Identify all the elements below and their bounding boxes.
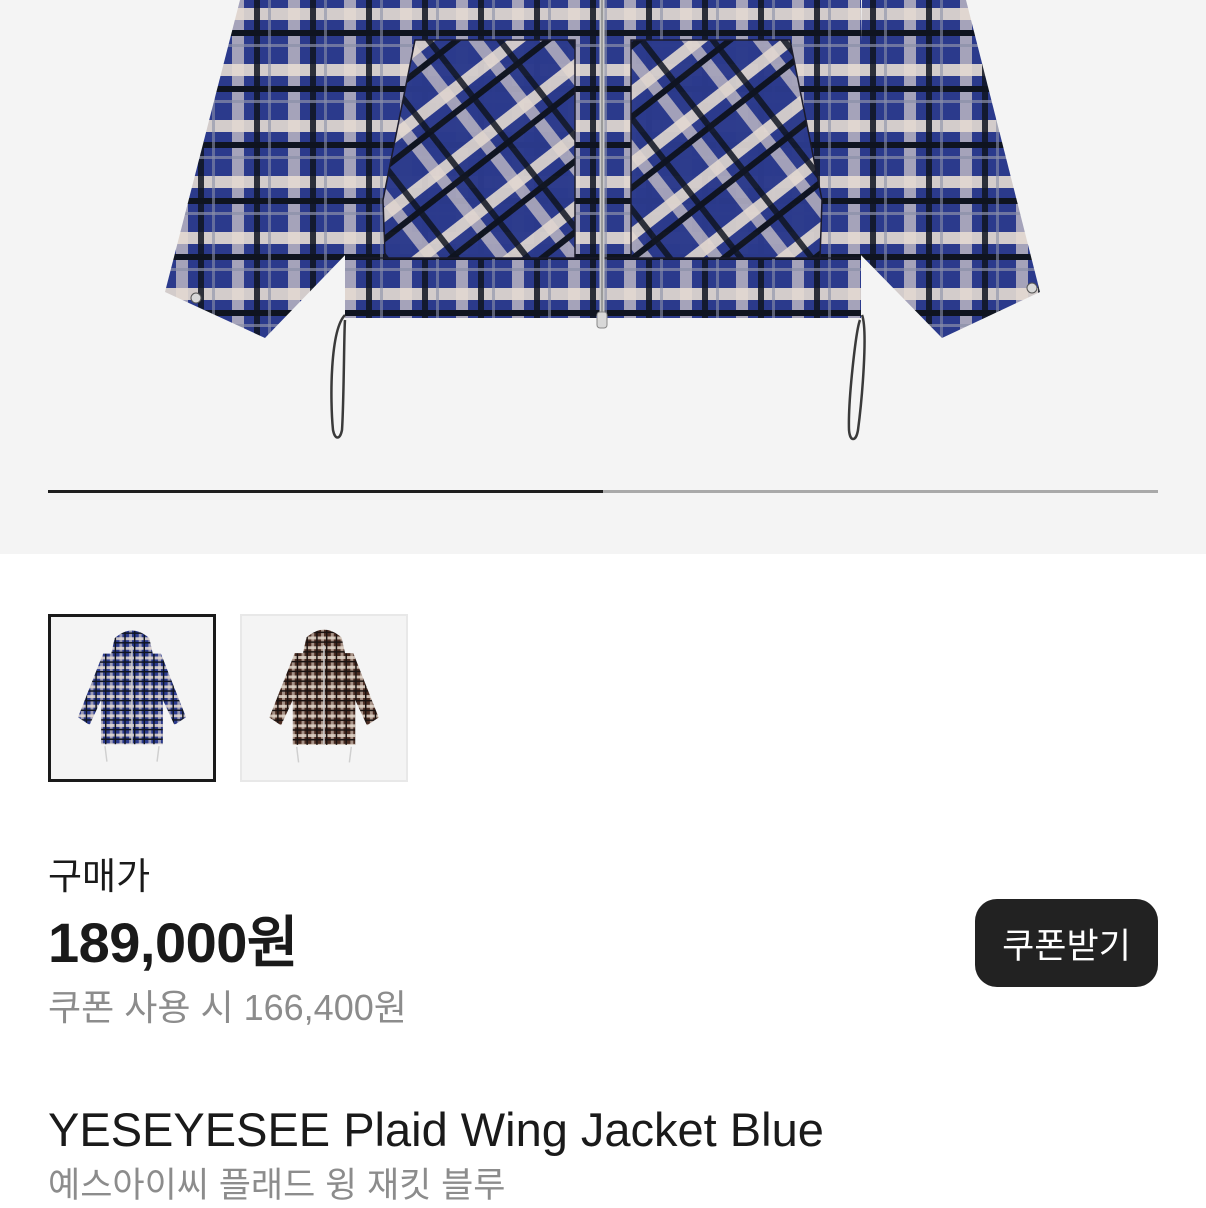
blue-jacket-thumbnail-image [78, 630, 186, 762]
product-price: 189,000원 [48, 911, 298, 974]
purchase-price-label: 구매가 [48, 856, 151, 897]
brown-jacket-thumbnail-image [269, 629, 379, 763]
thumbnail-list [48, 614, 408, 782]
product-title-english: YESEYESEE Plaid Wing Jacket Blue [48, 1103, 824, 1156]
gallery-progress-fill [48, 490, 603, 493]
product-main-image [165, 0, 1040, 441]
product-title-korean: 예스아이씨 플래드 윙 재킷 블루 [48, 1166, 506, 1205]
thumbnail-brown-plaid-jacket[interactable] [240, 614, 408, 782]
product-image-gallery[interactable] [0, 0, 1206, 554]
thumbnail-blue-plaid-jacket[interactable] [48, 614, 216, 782]
gallery-progress-track [48, 490, 1158, 493]
coupon-price: 쿠폰 사용 시 166,400원 [48, 987, 407, 1028]
get-coupon-button[interactable]: 쿠폰받기 [975, 899, 1158, 987]
